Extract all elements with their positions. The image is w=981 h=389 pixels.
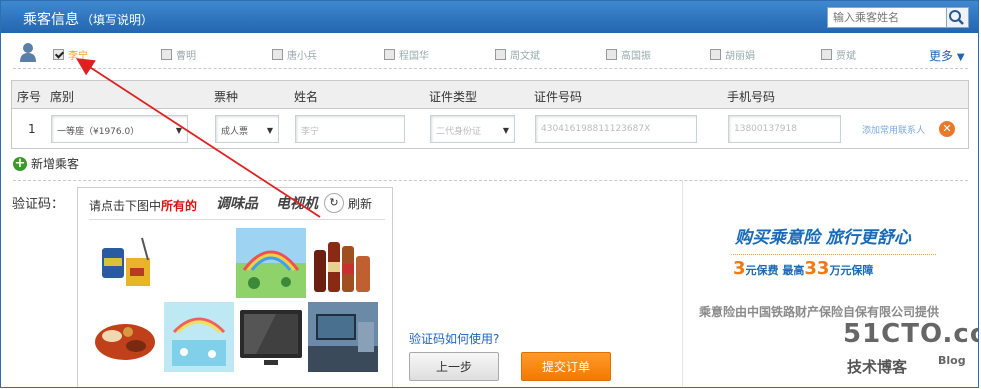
passenger-option[interactable]: 曹明	[161, 47, 196, 62]
col-name: 姓名	[294, 90, 319, 104]
passenger-option[interactable]: 唐小兵	[272, 47, 317, 62]
captcha-word-2: 电视机	[276, 196, 318, 212]
col-id-type: 证件类型	[429, 90, 478, 104]
passenger-checkbox[interactable]	[495, 49, 506, 60]
name-input[interactable]: 李宁	[295, 115, 405, 143]
id-number-input[interactable]: 430416198811123687X	[535, 115, 697, 143]
ad-price-line: 3元保费 最高33万元保障	[733, 258, 874, 279]
col-id-number: 证件号码	[534, 90, 583, 104]
triangle-down-icon: ▼	[956, 52, 965, 63]
passenger-checkbox[interactable]	[384, 49, 395, 60]
panel-header: 乘客信息 （填写说明）	[1, 1, 978, 33]
dropdown-arrow-icon: ▼	[175, 126, 182, 135]
captcha-word-1: 调味品	[216, 196, 258, 212]
passenger-table: 序号 席别 票种 姓名 证件类型 证件号码 手机号码 1 一等座（¥1976.0…	[11, 80, 969, 149]
captcha-refresh-button[interactable]: ↻ 刷新	[324, 193, 372, 213]
col-index: 序号	[17, 90, 42, 104]
watermark-tagline: 技术博客	[847, 358, 908, 376]
table-header: 序号 席别 票种 姓名 证件类型 证件号码 手机号码	[12, 81, 968, 109]
more-passengers-link[interactable]: 更多 ▼	[929, 47, 965, 64]
passenger-option[interactable]: 李宁	[53, 47, 88, 62]
passenger-checkbox[interactable]	[821, 49, 832, 60]
panel-title: 乘客信息 （填写说明）	[23, 12, 154, 28]
search-icon	[949, 10, 964, 25]
passenger-option[interactable]: 程国华	[384, 47, 429, 62]
ad-divider	[731, 254, 936, 255]
passenger-option[interactable]: 贾斌	[821, 47, 856, 62]
save-contact-link[interactable]: 添加常用联系人	[862, 123, 925, 136]
submit-order-button[interactable]: 提交订单	[521, 352, 611, 381]
phone-input[interactable]: 13800137918	[728, 115, 841, 143]
passenger-info-panel: 乘客信息（填写说明） 李宁 曹明 唐小兵 程国华 周文斌 高国振 胡丽娟 贾斌 …	[0, 0, 979, 388]
passenger-checkbox[interactable]	[710, 49, 721, 60]
captcha-image-sauce-bottles[interactable]	[308, 228, 378, 298]
dropdown-arrow-icon: ▼	[502, 126, 509, 135]
refresh-icon: ↻	[324, 193, 344, 213]
ad-headline: 购买乘意险 旅行更舒心	[735, 228, 911, 248]
passenger-checkbox[interactable]	[606, 49, 617, 60]
captcha-divider	[89, 219, 385, 220]
dropdown-arrow-icon: ▼	[266, 126, 273, 135]
fill-instructions-link[interactable]: （填写说明）	[81, 13, 153, 27]
passenger-checkbox[interactable]	[161, 49, 172, 60]
col-seat: 席别	[50, 90, 75, 104]
watermark-site: 51CTO.com	[843, 319, 978, 349]
passenger-option[interactable]: 胡丽娟	[710, 47, 755, 62]
col-ticket: 票种	[214, 90, 239, 104]
user-icon	[20, 43, 36, 62]
passenger-checkbox[interactable]	[53, 49, 64, 60]
captcha-image-condiment-cans[interactable]	[90, 228, 160, 298]
remove-passenger-icon[interactable]: ✕	[939, 121, 955, 137]
captcha-image-tv[interactable]	[236, 302, 306, 372]
captcha-image-spices[interactable]	[90, 302, 160, 372]
row-index: 1	[28, 122, 36, 136]
insurance-ad[interactable]: 购买乘意险 旅行更舒心 3元保费 最高33万元保障 乘意险由中国铁路财产保险自保…	[682, 181, 978, 386]
captcha-box: 请点击下图中所有的 调味品 电视机 ↻ 刷新	[77, 187, 393, 387]
passenger-option[interactable]: 高国振	[606, 47, 651, 62]
col-phone: 手机号码	[727, 90, 776, 104]
ad-provider: 乘意险由中国铁路财产保险自保有限公司提供	[699, 305, 940, 319]
captcha-prompt: 请点击下图中所有的	[89, 199, 198, 213]
passenger-checkbox[interactable]	[272, 49, 283, 60]
captcha-image-cartoon-rainbow[interactable]	[236, 228, 306, 298]
captcha-label: 验证码：	[12, 197, 65, 212]
id-type-select[interactable]: 二代身份证 ▼	[430, 115, 515, 143]
plus-icon: +	[13, 155, 27, 171]
passenger-option[interactable]: 周文斌	[495, 47, 540, 62]
captcha-image-tv-room[interactable]	[308, 302, 378, 372]
add-passenger-button[interactable]: + 新增乘客	[13, 155, 79, 172]
ticket-type-select[interactable]: 成人票 ▼	[215, 115, 279, 143]
previous-step-button[interactable]: 上一步	[409, 352, 499, 381]
search-button[interactable]	[947, 7, 969, 28]
saved-passengers-row: 李宁 曹明 唐小兵 程国华 周文斌 高国振 胡丽娟 贾斌	[13, 39, 968, 69]
captcha-image-cartoon-pool[interactable]	[164, 302, 234, 372]
captcha-help-link[interactable]: 验证码如何使用?	[409, 330, 499, 347]
seat-select[interactable]: 一等座（¥1976.0） ▼	[51, 115, 188, 143]
watermark-blog: Blog	[938, 354, 966, 367]
passenger-search-input[interactable]	[827, 7, 947, 28]
